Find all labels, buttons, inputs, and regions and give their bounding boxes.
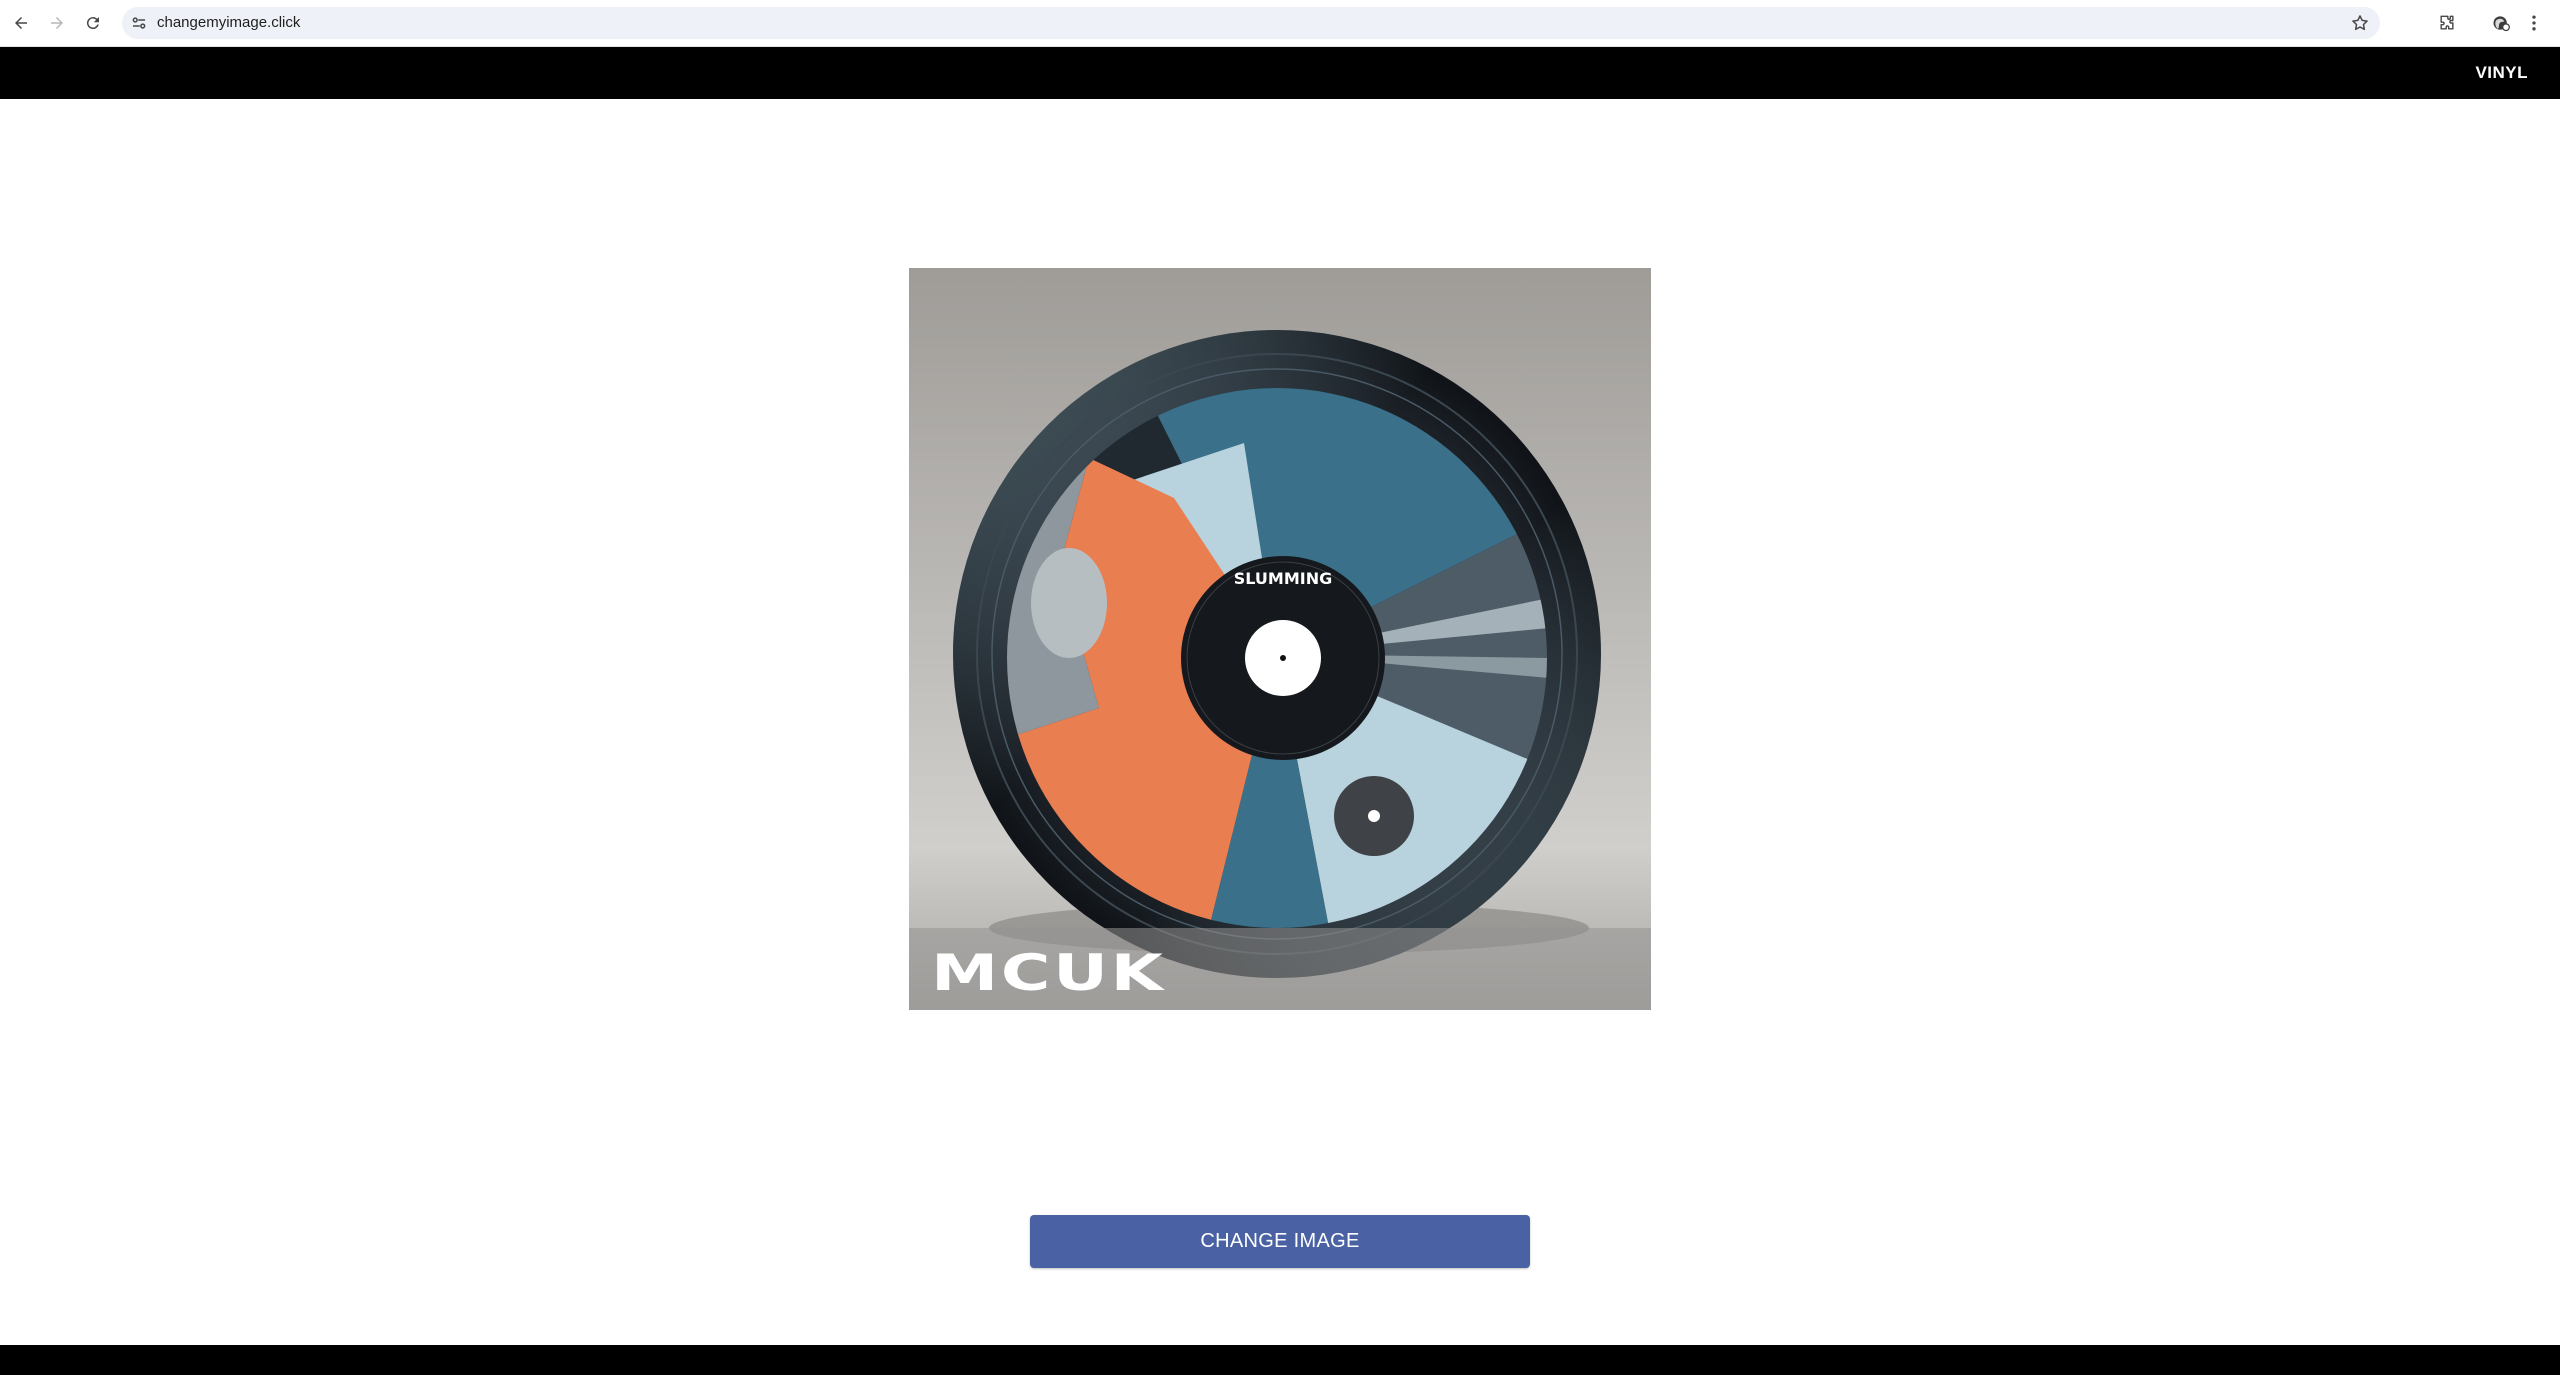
forward-button[interactable] <box>44 10 70 36</box>
profile-icon <box>2493 16 2510 32</box>
change-image-button[interactable]: CHANGE IMAGE <box>1030 1215 1530 1268</box>
reload-icon <box>86 17 99 30</box>
url-text[interactable]: changemyimage.click <box>157 7 300 39</box>
bookmark-star-icon[interactable] <box>2350 13 2370 33</box>
site-footer <box>0 1345 2560 1375</box>
forward-icon <box>51 17 63 29</box>
brand-link[interactable]: VINYL <box>2475 47 2528 99</box>
album-cover-image: SLUMMING MCUK <box>909 268 1651 1010</box>
extensions-button[interactable] <box>2434 10 2460 36</box>
album-logo-text: MCUK <box>931 944 1166 1002</box>
menu-icon <box>2532 15 2536 31</box>
record-label-title: SLUMMING <box>1234 569 1332 588</box>
vinyl-record-illustration: SLUMMING <box>953 330 1601 978</box>
site-settings-icon[interactable] <box>130 14 148 32</box>
browser-toolbar: changemyimage.click <box>0 0 2560 47</box>
browser-menu-button[interactable] <box>2524 10 2544 36</box>
back-icon <box>15 17 27 29</box>
back-button[interactable] <box>8 10 34 36</box>
profile-button[interactable] <box>2488 10 2514 36</box>
site-header: VINYL <box>0 47 2560 99</box>
extensions-icon <box>2440 15 2454 30</box>
address-bar[interactable]: changemyimage.click <box>122 7 2380 39</box>
reload-button[interactable] <box>80 10 106 36</box>
